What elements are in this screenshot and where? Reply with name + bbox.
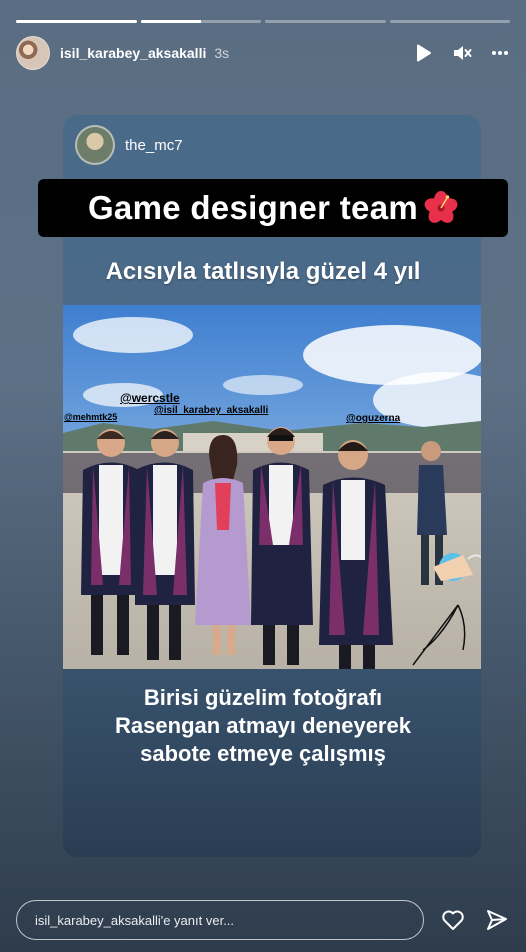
- banner-title: Game designer team: [87, 189, 419, 226]
- reply-input[interactable]: [16, 900, 424, 940]
- caption-line: sabote etmeye çalışmış: [140, 741, 386, 766]
- hibiscus-icon: [424, 191, 458, 225]
- mute-icon[interactable]: [452, 43, 472, 63]
- progress-segment: [389, 20, 510, 23]
- tag-oguzerna: @oguzerna: [346, 413, 401, 424]
- story-controls: [414, 43, 510, 63]
- more-icon[interactable]: [490, 43, 510, 63]
- progress-segment: [140, 20, 261, 23]
- tag-mehmtk25: @mehmtk25: [64, 412, 118, 422]
- caption-line: Birisi güzelim fotoğrafı: [143, 685, 383, 710]
- story-header: isil_karabey_aksakalli 3s: [16, 36, 510, 70]
- heart-icon[interactable]: [440, 907, 466, 933]
- card-header: the_mc7: [75, 125, 183, 165]
- title-banner: Game designer team: [38, 179, 508, 237]
- card-username[interactable]: the_mc7: [125, 137, 183, 154]
- tag-wercstle: @wercstle: [120, 391, 180, 405]
- tag-isil: @isil_karabey_aksakalli: [154, 405, 269, 416]
- story-progress: [16, 20, 510, 23]
- footer-actions: [440, 907, 510, 933]
- post-caption: Birisi güzelim fotoğrafı Rasengan atmayı…: [0, 684, 526, 768]
- story-time: 3s: [214, 45, 230, 61]
- story-username[interactable]: isil_karabey_aksakalli: [60, 45, 206, 61]
- post-subtitle: Acısıyla tatlısıyla güzel 4 yıl: [105, 258, 421, 285]
- card-avatar[interactable]: [75, 125, 115, 165]
- play-icon[interactable]: [414, 43, 434, 63]
- avatar[interactable]: [16, 36, 50, 70]
- send-icon[interactable]: [484, 907, 510, 933]
- progress-segment: [16, 20, 137, 23]
- progress-segment: [265, 20, 386, 23]
- caption-line: Rasengan atmayı deneyerek: [115, 713, 411, 738]
- story-footer: [16, 900, 510, 940]
- graduation-photo: [63, 305, 481, 669]
